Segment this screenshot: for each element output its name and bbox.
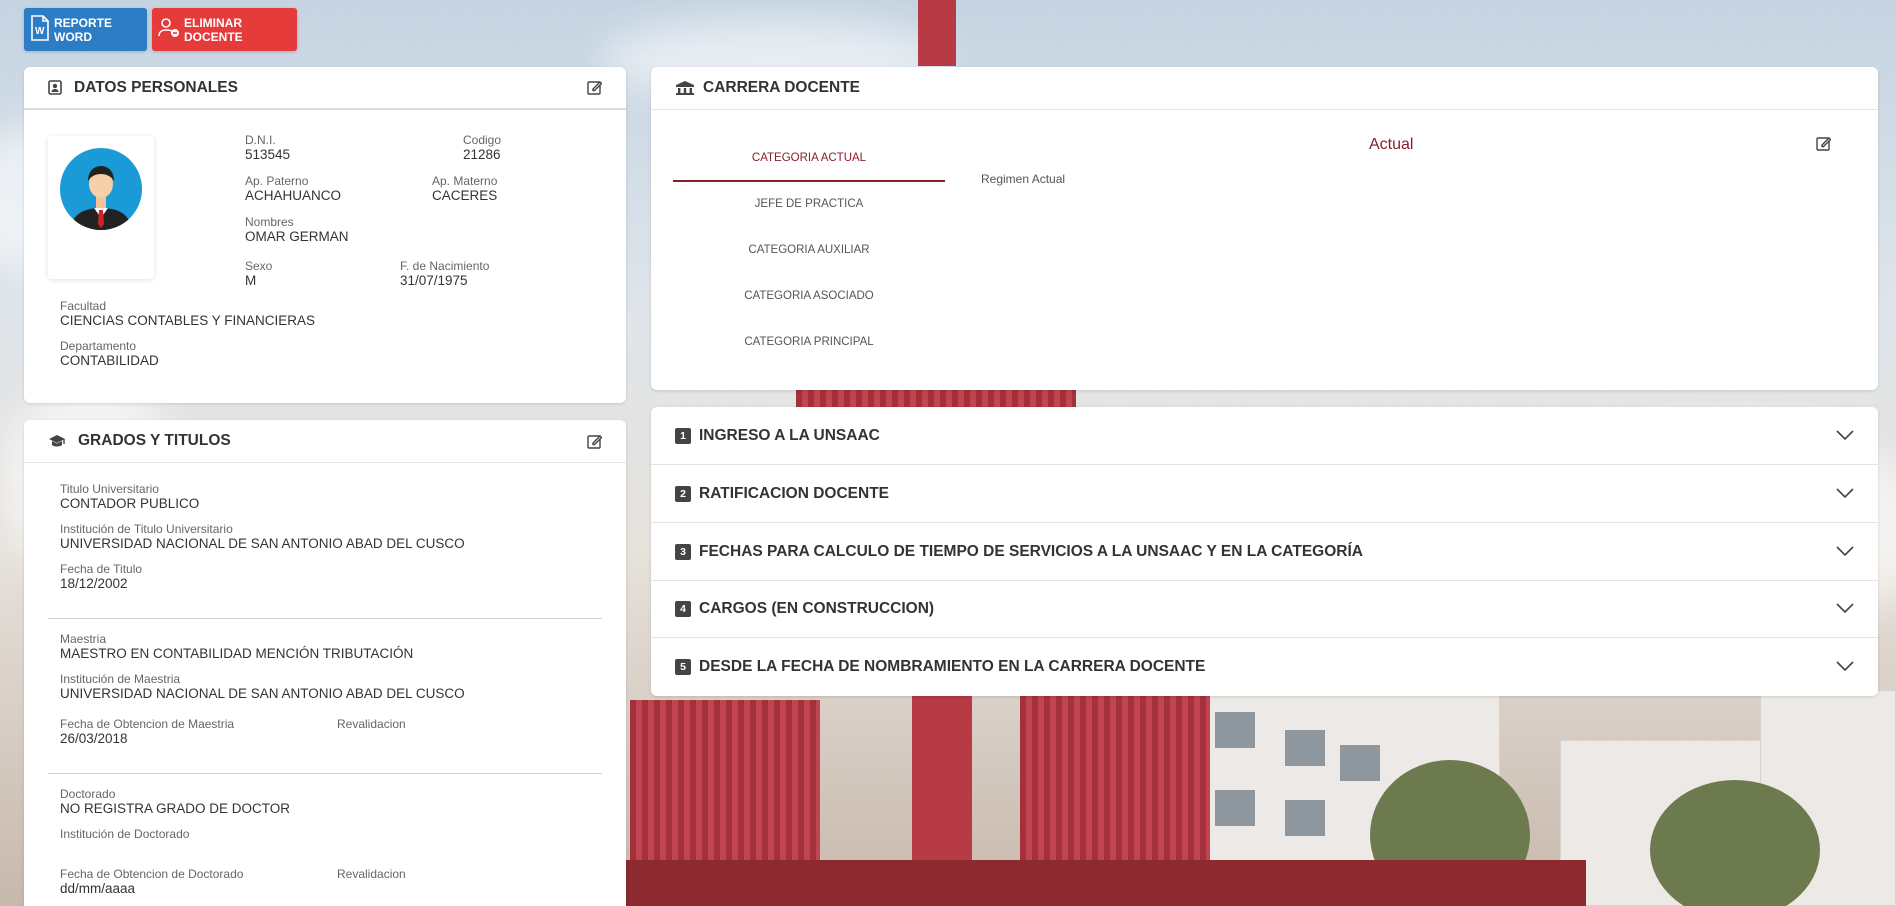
maestria-label: Maestria bbox=[60, 632, 107, 646]
revalidacion-doctorado-label: Revalidacion bbox=[337, 867, 406, 881]
inst-titulo-value: UNIVERSIDAD NACIONAL DE SAN ANTONIO ABAD… bbox=[60, 536, 465, 551]
ap-paterno-value: ACHAHUANCO bbox=[245, 188, 342, 203]
inst-titulo-label: Institución de Titulo Universitario bbox=[60, 522, 233, 536]
toolbar: W REPORTE WORD ELIMINAR DOCENTE bbox=[24, 8, 297, 51]
chevron-down-icon[interactable] bbox=[1836, 485, 1854, 503]
facultad-label: Facultad bbox=[60, 299, 107, 313]
accordion-title: FECHAS PARA CALCULO DE TIEMPO DE SERVICI… bbox=[699, 542, 1363, 560]
nacimiento-value: 31/07/1975 bbox=[400, 273, 468, 288]
tab-categoria-asociado[interactable]: CATEGORIA ASOCIADO bbox=[673, 290, 945, 302]
svg-text:W: W bbox=[35, 26, 45, 37]
fecha-maestria-label: Fecha de Obtencion de Maestria bbox=[60, 717, 235, 731]
edit-icon[interactable] bbox=[1816, 136, 1831, 151]
fecha-doctorado-label: Fecha de Obtencion de Doctorado bbox=[60, 867, 244, 881]
facultad-value: CIENCIAS CONTABLES Y FINANCIERAS bbox=[60, 313, 316, 328]
nombres-label: Nombres bbox=[245, 215, 294, 229]
chevron-down-icon[interactable] bbox=[1836, 543, 1854, 561]
nacimiento-label: F. de Nacimiento bbox=[400, 259, 490, 273]
accordion-item-fechas[interactable]: 3 FECHAS PARA CALCULO DE TIEMPO DE SERVI… bbox=[651, 523, 1878, 581]
nombres-value: OMAR GERMAN bbox=[245, 229, 349, 244]
titulo-label: Titulo Universitario bbox=[60, 482, 159, 496]
departamento-value: CONTABILIDAD bbox=[60, 353, 159, 368]
chevron-down-icon[interactable] bbox=[1836, 600, 1854, 618]
step-number: 5 bbox=[675, 659, 691, 675]
ap-paterno-label: Ap. Paterno bbox=[245, 174, 309, 188]
accordion-item-ingreso[interactable]: 1 INGRESO A LA UNSAAC bbox=[651, 407, 1878, 465]
tab-categoria-auxiliar[interactable]: CATEGORIA AUXILIAR bbox=[673, 244, 945, 256]
inst-maestria-value: UNIVERSIDAD NACIONAL DE SAN ANTONIO ABAD… bbox=[60, 686, 465, 701]
delete-teacher-button[interactable]: ELIMINAR DOCENTE bbox=[152, 8, 297, 51]
dni-label: D.N.I. bbox=[245, 133, 276, 147]
codigo-value: 21286 bbox=[463, 147, 501, 162]
personal-data-header: DATOS PERSONALES bbox=[24, 67, 626, 110]
accordion-title: INGRESO A LA UNSAAC bbox=[699, 426, 880, 444]
inst-maestria-label: Institución de Maestria bbox=[60, 672, 181, 686]
contact-card-icon bbox=[48, 80, 62, 95]
step-number: 2 bbox=[675, 485, 691, 502]
career-card: CARRERA DOCENTE CATEGORIA ACTUAL JEFE DE… bbox=[651, 67, 1878, 390]
remove-user-icon bbox=[158, 17, 180, 42]
delete-teacher-label: ELIMINAR DOCENTE bbox=[184, 15, 243, 44]
step-number: 1 bbox=[675, 427, 691, 444]
panel-title: Actual bbox=[1369, 136, 1414, 153]
graduation-cap-icon bbox=[48, 434, 66, 448]
accordion-item-cargos[interactable]: 4 CARGOS (EN CONSTRUCCION) bbox=[651, 580, 1878, 638]
active-tab-indicator bbox=[673, 180, 945, 182]
word-file-icon: W bbox=[30, 15, 50, 44]
degrees-title: GRADOS Y TITULOS bbox=[78, 432, 231, 449]
accordion-title: RATIFICACION DOCENTE bbox=[699, 484, 890, 502]
divider bbox=[48, 618, 602, 619]
avatar bbox=[48, 136, 154, 279]
step-number: 3 bbox=[675, 543, 691, 560]
degrees-card: GRADOS Y TITULOS Titulo Universitario CO… bbox=[24, 420, 626, 906]
chevron-down-icon[interactable] bbox=[1836, 427, 1854, 445]
report-word-label: REPORTE WORD bbox=[54, 15, 113, 44]
departamento-label: Departamento bbox=[60, 339, 137, 353]
career-title: CARRERA DOCENTE bbox=[703, 79, 861, 96]
tab-categoria-actual[interactable]: CATEGORIA ACTUAL bbox=[673, 152, 945, 164]
university-icon bbox=[675, 80, 695, 96]
accordion-item-ratificacion[interactable]: 2 RATIFICACION DOCENTE bbox=[651, 465, 1878, 523]
revalidacion-maestria-label: Revalidacion bbox=[337, 717, 406, 731]
accordion-title: CARGOS (EN CONSTRUCCION) bbox=[699, 599, 935, 617]
tab-categoria-principal[interactable]: CATEGORIA PRINCIPAL bbox=[673, 336, 945, 348]
tab-jefe-de-practica[interactable]: JEFE DE PRACTICA bbox=[673, 198, 945, 210]
fecha-titulo-value: 18/12/2002 bbox=[60, 576, 128, 591]
fecha-maestria-value: 26/03/2018 bbox=[60, 731, 128, 746]
accordion-card: 1 INGRESO A LA UNSAAC 2 RATIFICACION DOC… bbox=[651, 407, 1878, 696]
ap-materno-label: Ap. Materno bbox=[432, 174, 498, 188]
titulo-value: CONTADOR PUBLICO bbox=[60, 496, 200, 511]
divider bbox=[48, 773, 602, 774]
fecha-titulo-label: Fecha de Titulo bbox=[60, 562, 143, 576]
sexo-value: M bbox=[245, 273, 257, 288]
codigo-label: Codigo bbox=[463, 133, 502, 147]
maestria-value: MAESTRO EN CONTABILIDAD MENCIÓN TRIBUTAC… bbox=[60, 646, 414, 661]
personal-data-title: DATOS PERSONALES bbox=[74, 78, 238, 96]
ap-materno-value: CACERES bbox=[432, 188, 498, 203]
doctorado-label: Doctorado bbox=[60, 787, 116, 801]
degrees-header: GRADOS Y TITULOS bbox=[24, 420, 626, 463]
chevron-down-icon[interactable] bbox=[1836, 658, 1854, 676]
edit-icon[interactable] bbox=[587, 434, 602, 449]
accordion-title: DESDE LA FECHA DE NOMBRAMIENTO EN LA CAR… bbox=[699, 658, 1206, 675]
inst-doctorado-label: Institución de Doctorado bbox=[60, 827, 190, 841]
doctorado-value: NO REGISTRA GRADO DE DOCTOR bbox=[60, 801, 291, 816]
edit-icon[interactable] bbox=[587, 80, 602, 95]
career-header: CARRERA DOCENTE bbox=[651, 67, 1878, 110]
sexo-label: Sexo bbox=[245, 259, 273, 273]
step-number: 4 bbox=[675, 600, 691, 617]
report-word-button[interactable]: W REPORTE WORD bbox=[24, 8, 147, 51]
accordion-item-nombramiento[interactable]: 5 DESDE LA FECHA DE NOMBRAMIENTO EN LA C… bbox=[651, 638, 1878, 696]
personal-data-card: DATOS PERSONALES D.N.I. 513545 Codigo 21… bbox=[24, 67, 626, 403]
dni-value: 513545 bbox=[245, 147, 291, 162]
regimen-label: Regimen Actual bbox=[981, 172, 1066, 186]
fecha-doctorado-value: dd/mm/aaaa bbox=[60, 881, 136, 896]
